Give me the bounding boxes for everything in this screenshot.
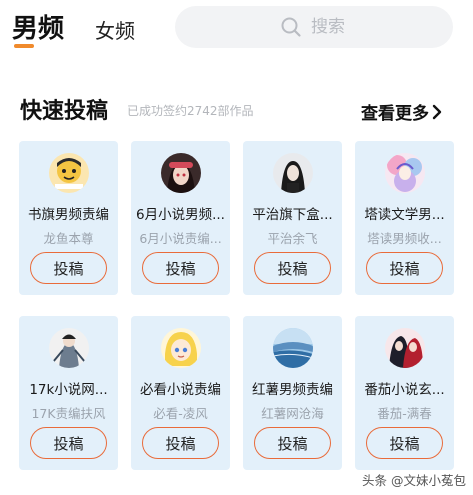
tab-female[interactable]: 女频 xyxy=(95,15,135,44)
top-tab-bar: 男频 女频 xyxy=(0,0,473,60)
author-card[interactable]: 塔读文学男... 塔读男频收... 投稿 xyxy=(355,141,454,295)
card-subtitle: 塔读男频收... xyxy=(367,231,442,246)
card-subtitle: 17K责编扶风 xyxy=(31,406,106,421)
watermark: 头条 @文妹小菟包 xyxy=(362,473,466,488)
submit-button[interactable]: 投稿 xyxy=(366,252,443,284)
search-input[interactable] xyxy=(311,14,431,40)
see-more-label: 查看更多 xyxy=(361,104,429,124)
avatar xyxy=(273,328,313,368)
avatar xyxy=(161,328,201,368)
avatar xyxy=(49,153,89,193)
search-icon xyxy=(280,16,302,38)
submit-button[interactable]: 投稿 xyxy=(142,427,219,459)
submit-button[interactable]: 投稿 xyxy=(142,252,219,284)
section-title: 快速投稿 xyxy=(20,99,109,124)
submit-button[interactable]: 投稿 xyxy=(366,427,443,459)
card-subtitle: 必看-凌风 xyxy=(153,406,208,421)
card-subtitle: 6月小说责编... xyxy=(139,231,222,246)
card-name: 17k小说网... xyxy=(29,382,108,398)
author-card[interactable]: 红薯男频责编 红薯网沧海 投稿 xyxy=(243,316,342,470)
avatar xyxy=(49,328,89,368)
card-name: 塔读文学男... xyxy=(364,207,445,223)
card-subtitle: 红薯网沧海 xyxy=(261,406,324,421)
card-subtitle: 番茄-满春 xyxy=(377,406,432,421)
avatar xyxy=(273,153,313,193)
card-name: 6月小说男频... xyxy=(136,207,225,223)
card-name: 平治旗下盒... xyxy=(252,207,333,223)
submit-button[interactable]: 投稿 xyxy=(30,252,107,284)
submit-button[interactable]: 投稿 xyxy=(254,427,331,459)
section-subtitle: 已成功签约2742部作品 xyxy=(127,104,254,118)
see-more-link[interactable]: 查看更多 xyxy=(361,99,443,124)
chevron-right-icon xyxy=(432,104,442,119)
submit-button[interactable]: 投稿 xyxy=(30,427,107,459)
card-name: 番茄小说玄... xyxy=(364,382,445,398)
author-card[interactable]: 必看小说责编 必看-凌风 投稿 xyxy=(131,316,230,470)
author-card[interactable]: 番茄小说玄... 番茄-满春 投稿 xyxy=(355,316,454,470)
search-box[interactable] xyxy=(175,6,453,48)
card-subtitle: 龙鱼本尊 xyxy=(43,231,94,246)
card-name: 必看小说责编 xyxy=(140,382,221,398)
active-tab-indicator xyxy=(14,44,34,48)
card-name: 书旗男频责编 xyxy=(28,207,109,223)
author-card[interactable]: 平治旗下盒... 平治余飞 投稿 xyxy=(243,141,342,295)
avatar xyxy=(385,153,425,193)
author-card[interactable]: 6月小说男频... 6月小说责编... 投稿 xyxy=(131,141,230,295)
card-subtitle: 平治余飞 xyxy=(267,231,318,246)
avatar xyxy=(385,328,425,368)
tab-male[interactable]: 男频 xyxy=(12,8,64,45)
submit-button[interactable]: 投稿 xyxy=(254,252,331,284)
author-card[interactable]: 书旗男频责编 龙鱼本尊 投稿 xyxy=(19,141,118,295)
card-name: 红薯男频责编 xyxy=(252,382,333,398)
author-card[interactable]: 17k小说网... 17K责编扶风 投稿 xyxy=(19,316,118,470)
avatar xyxy=(161,153,201,193)
